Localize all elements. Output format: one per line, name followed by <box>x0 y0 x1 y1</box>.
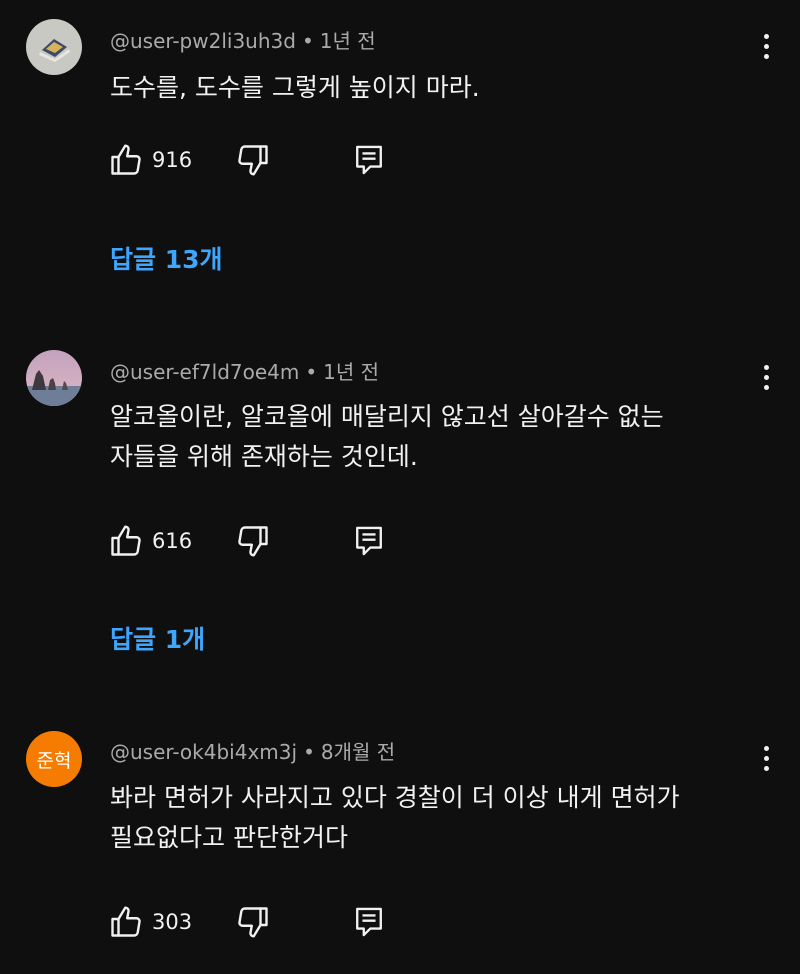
comment-time: 1년 전 <box>323 360 380 384</box>
thumbs-down-icon <box>238 145 268 176</box>
comment-text: 봐라 면허가 사라지고 있다 경찰이 더 이상 내게 면허가 필요없다고 판단한… <box>110 778 750 858</box>
author-name[interactable]: @user-pw2li3uh3d <box>110 29 296 53</box>
comment-actions: 616 <box>108 521 408 561</box>
author-name[interactable]: @user-ef7ld7oe4m <box>110 360 299 384</box>
thumbs-up-icon <box>111 144 141 175</box>
reply-comment-icon <box>356 145 382 175</box>
meta-separator: • <box>301 29 314 53</box>
reply-comment-icon <box>356 526 382 556</box>
more-vertical-icon[interactable] <box>752 740 780 776</box>
comment-meta: @user-ok4bi4xm3j • 8개월 전 <box>110 736 395 765</box>
like-count: 616 <box>152 529 193 553</box>
comment-time: 1년 전 <box>319 29 376 53</box>
dislike-button[interactable] <box>235 521 271 561</box>
comment-time: 8개월 전 <box>320 740 396 764</box>
avatar[interactable] <box>26 19 82 75</box>
like-count: 916 <box>152 148 193 172</box>
reply-comment-icon <box>356 907 382 937</box>
comment-text-line: 자들을 위해 존재하는 것인데. <box>110 442 418 471</box>
replies-link[interactable]: 답글 13개 <box>110 240 223 276</box>
meta-separator: • <box>303 740 315 764</box>
comment-text: 도수를, 도수를 그렇게 높이지 마라. <box>110 68 750 108</box>
like-button[interactable]: 916 <box>108 140 192 180</box>
reply-button[interactable] <box>353 140 385 180</box>
more-vertical-icon[interactable] <box>752 359 780 395</box>
comment-text-line: 도수를, 도수를 그렇게 높이지 마라. <box>110 73 480 102</box>
thumbs-down-icon <box>238 526 268 557</box>
dislike-button[interactable] <box>235 140 271 180</box>
comment-meta: @user-ef7ld7oe4m • 1년 전 <box>110 356 379 385</box>
comment-meta: @user-pw2li3uh3d • 1년 전 <box>110 25 376 54</box>
comment-text-line: 봐라 면허가 사라지고 있다 경찰이 더 이상 내게 면허가 <box>110 783 680 812</box>
avatar-image <box>26 19 82 75</box>
comment-actions: 916 <box>108 140 408 180</box>
replies-link[interactable]: 답글 1개 <box>110 620 205 656</box>
author-name[interactable]: @user-ok4bi4xm3j <box>110 740 297 764</box>
reply-button[interactable] <box>353 902 385 942</box>
avatar[interactable]: 준혁 <box>26 731 82 787</box>
like-button[interactable]: 616 <box>108 521 192 561</box>
comment-text: 알코올이란, 알코올에 매달리지 않고선 살아갈수 없는 자들을 위해 존재하는… <box>110 397 750 477</box>
thumbs-down-icon <box>238 907 268 938</box>
reply-button[interactable] <box>353 521 385 561</box>
dislike-button[interactable] <box>235 902 271 942</box>
more-vertical-icon[interactable] <box>752 28 780 64</box>
comment-text-line: 필요없다고 판단한거다 <box>110 823 348 852</box>
avatar[interactable] <box>26 350 82 406</box>
like-count: 303 <box>152 910 193 934</box>
thumbs-up-icon <box>111 525 141 556</box>
avatar-image <box>26 350 82 406</box>
comment-actions: 303 <box>108 902 408 942</box>
avatar-initials: 준혁 <box>36 749 72 772</box>
thumbs-up-icon <box>111 906 141 937</box>
comment-text-line: 알코올이란, 알코올에 매달리지 않고선 살아갈수 없는 <box>110 402 664 431</box>
meta-separator: • <box>305 360 318 384</box>
like-button[interactable]: 303 <box>108 902 192 942</box>
